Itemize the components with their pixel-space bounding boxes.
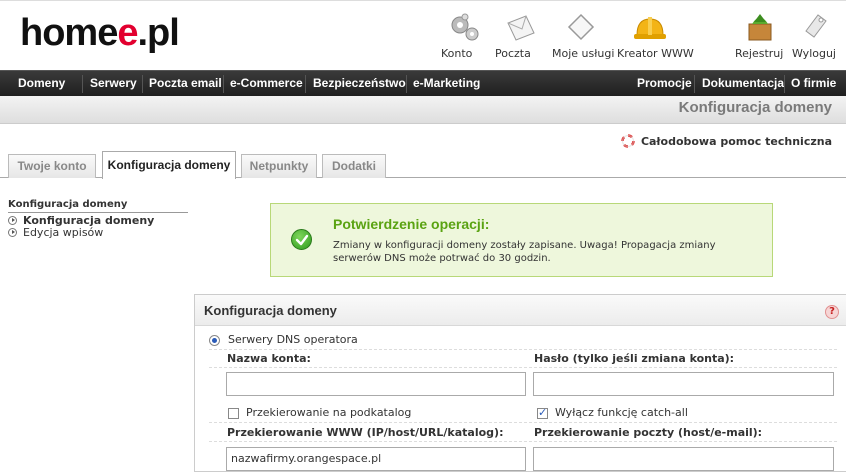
nav-dokumentacja[interactable]: Dokumentacja — [702, 71, 784, 97]
side-menu: Konfiguracja domeny Konfiguracja domeny … — [8, 199, 188, 239]
divider — [209, 349, 837, 350]
success-message: Potwierdzenie operacji: Zmiany w konfigu… — [270, 203, 773, 277]
panel-title: Konfiguracja domeny — [204, 303, 337, 318]
redirect-subdir-checkbox[interactable] — [228, 408, 239, 419]
title-bar: Konfiguracja domeny — [0, 96, 846, 124]
account-input[interactable] — [226, 372, 526, 396]
tab-dodatki[interactable]: Dodatki — [322, 154, 386, 178]
check-icon — [291, 229, 312, 250]
side-menu-heading: Konfiguracja domeny — [8, 199, 188, 213]
page-title: Konfiguracja domeny — [678, 99, 832, 116]
nav-promocje[interactable]: Promocje — [637, 71, 692, 97]
mail-redirect-label: Przekierowanie poczty (host/e-mail): — [534, 426, 763, 439]
catch-all-label: Wyłącz funkcję catch-all — [555, 406, 688, 419]
nav-ecommerce[interactable]: e-Commerce — [230, 71, 303, 97]
nav-separator — [784, 75, 785, 93]
www-redirect-input[interactable]: nazwafirmy.orangespace.pl — [226, 447, 526, 471]
nav-serwery[interactable]: Serwery — [90, 71, 137, 97]
poczta-button[interactable]: Poczta — [495, 11, 545, 67]
divider — [209, 441, 837, 442]
wyloguj-button[interactable]: Wyloguj — [792, 11, 840, 67]
logo[interactable]: homee.pl — [20, 13, 180, 53]
success-text: Zmiany w konfiguracji domeny zostały zap… — [333, 240, 716, 264]
logout-icon — [805, 14, 827, 38]
lifebuoy-icon — [621, 134, 635, 148]
tab-twoje-konto[interactable]: Twoje konto — [8, 154, 96, 178]
redirect-subdir-label: Przekierowanie na podkatalog — [246, 406, 412, 419]
mail-icon — [507, 15, 535, 41]
help-icon[interactable]: ? — [825, 305, 839, 319]
mail-redirect-input[interactable] — [533, 447, 834, 471]
dns-operator-label: Serwery DNS operatora — [228, 333, 358, 346]
side-item-edycja-wpisow[interactable]: Edycja wpisów — [8, 227, 188, 239]
password-label: Hasło (tylko jeśli zmiana konta): — [534, 352, 735, 365]
panel-header: Konfiguracja domeny ? — [195, 295, 846, 326]
nav-separator — [694, 75, 695, 93]
services-icon — [567, 13, 595, 41]
tab-netpunkty[interactable]: Netpunkty — [241, 154, 317, 178]
nav-domeny[interactable]: Domeny — [18, 71, 65, 97]
register-icon — [748, 14, 772, 41]
www-redirect-label: Przekierowanie WWW (IP/host/URL/katalog)… — [227, 426, 504, 439]
divider — [209, 367, 837, 368]
tab-bar: Twoje konto Konfiguracja domeny Netpunkt… — [0, 151, 846, 179]
nav-separator — [142, 75, 143, 93]
page: homee.pl Konto Poczta Moje usługi Kreato… — [0, 0, 846, 472]
success-title: Potwierdzenie operacji: — [333, 216, 490, 232]
gears-icon — [451, 13, 479, 41]
divider — [209, 422, 837, 423]
moje-uslugi-button[interactable]: Moje usługi — [552, 11, 614, 67]
hardhat-icon — [634, 17, 666, 39]
nav-separator — [223, 75, 224, 93]
main-nav: Domeny Serwery Poczta email e-Commerce B… — [0, 70, 846, 96]
catch-all-checkbox[interactable] — [537, 406, 548, 419]
tab-konfiguracja-domeny[interactable]: Konfiguracja domeny — [102, 151, 236, 179]
nav-separator — [406, 75, 407, 93]
nav-o-firmie[interactable]: O firmie — [791, 71, 836, 97]
help-link[interactable]: Całodobowa pomoc techniczna — [621, 134, 832, 148]
rejestruj-button[interactable]: Rejestruj — [735, 11, 785, 67]
nav-emarketing[interactable]: e-Marketing — [413, 71, 480, 97]
nav-poczta-email[interactable]: Poczta email — [149, 71, 222, 97]
password-input[interactable] — [533, 372, 834, 396]
kreator-www-button[interactable]: Kreator WWW — [617, 11, 694, 67]
domain-config-panel: Konfiguracja domeny ? Serwery DNS operat… — [194, 294, 846, 472]
nav-separator — [82, 75, 83, 93]
account-label: Nazwa konta: — [227, 352, 311, 365]
nav-separator — [305, 75, 306, 93]
arrow-icon — [8, 228, 17, 237]
header: homee.pl Konto Poczta Moje usługi Kreato… — [0, 0, 846, 70]
arrow-icon — [8, 216, 17, 225]
dns-operator-radio[interactable] — [209, 335, 220, 346]
nav-bezpieczenstwo[interactable]: Bezpieczeństwo — [313, 71, 406, 97]
konto-button[interactable]: Konto — [441, 11, 489, 67]
